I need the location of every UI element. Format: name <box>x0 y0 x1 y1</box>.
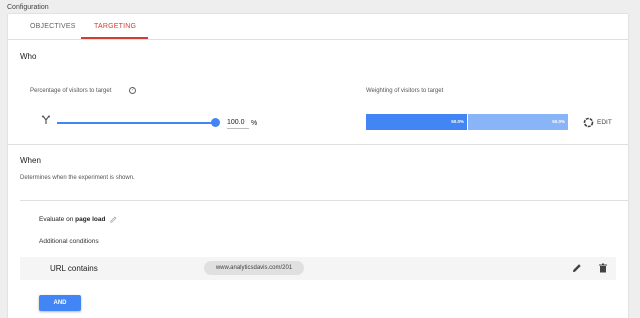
tab-targeting[interactable]: TARGETING <box>94 23 136 30</box>
when-title: When <box>20 156 41 165</box>
split-icon <box>42 115 50 124</box>
section-divider <box>8 144 628 145</box>
who-title: Who <box>20 52 37 61</box>
weight-value-variant: 50.0% <box>552 119 565 124</box>
weighting-bar[interactable]: 50.0% 50.0% <box>366 114 568 130</box>
configuration-card: OBJECTIVES TARGETING Who Percentage of v… <box>8 14 628 318</box>
percentage-slider-thumb[interactable] <box>211 118 220 127</box>
active-tab-indicator <box>81 37 148 39</box>
additional-conditions-label: Additional conditions <box>39 238 99 245</box>
evaluate-value: page load <box>75 216 106 223</box>
weight-value-original: 50.0% <box>451 119 464 124</box>
donut-chart-icon <box>583 117 594 128</box>
weight-segment-original[interactable]: 50.0% <box>366 114 467 130</box>
page-title: Configuration <box>7 4 49 11</box>
edit-condition-icon[interactable] <box>572 263 582 273</box>
condition-type: URL contains <box>50 264 98 273</box>
percentage-input[interactable] <box>227 117 249 129</box>
help-icon[interactable]: ? <box>129 87 136 94</box>
weighting-label: Weighting of visitors to target <box>366 88 444 94</box>
percentage-unit: % <box>251 120 258 127</box>
evaluate-on: Evaluate on page load <box>39 216 105 223</box>
condition-row: URL contains www.analyticsdavis.com/201 <box>20 257 616 280</box>
when-description: Determines when the experiment is shown. <box>20 175 135 181</box>
and-button[interactable]: AND <box>39 295 81 311</box>
percentage-slider-track[interactable] <box>57 122 216 124</box>
percentage-label: Percentage of visitors to target <box>30 88 112 94</box>
condition-value-chip[interactable]: www.analyticsdavis.com/201 <box>204 261 304 275</box>
weight-segment-variant[interactable]: 50.0% <box>468 114 568 130</box>
edit-evaluate-icon[interactable] <box>110 216 117 223</box>
when-divider <box>20 200 628 201</box>
delete-icon[interactable] <box>598 263 608 273</box>
tab-bar: OBJECTIVES TARGETING <box>8 14 628 40</box>
edit-label: EDIT <box>597 119 612 126</box>
evaluate-prefix: Evaluate on <box>39 216 76 223</box>
tab-objectives[interactable]: OBJECTIVES <box>30 23 76 30</box>
